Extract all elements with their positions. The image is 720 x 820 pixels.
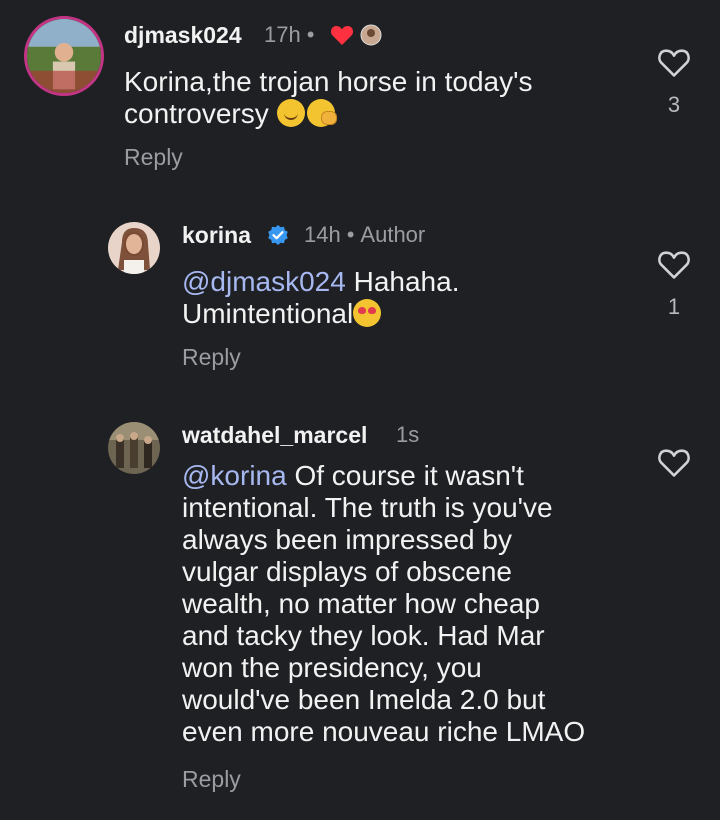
reply-button[interactable]: Reply bbox=[124, 144, 183, 171]
red-heart-icon bbox=[331, 26, 354, 45]
like-button[interactable]: 1 bbox=[654, 248, 694, 320]
verified-badge-icon bbox=[268, 225, 288, 245]
separator-dot: • bbox=[346, 222, 355, 247]
username[interactable]: djmask024 bbox=[124, 22, 242, 49]
comment-meta: 17h • bbox=[264, 22, 382, 48]
reply-button[interactable]: Reply bbox=[182, 344, 241, 371]
comment-djmask024: djmask024 17h • Korina,the trojan horse … bbox=[0, 0, 720, 190]
avatar-image bbox=[108, 422, 160, 474]
timestamp: 14h bbox=[304, 222, 341, 247]
timestamp: 1s bbox=[396, 422, 420, 447]
heart-outline-icon bbox=[658, 251, 690, 279]
smiling-emoji-icon bbox=[276, 99, 305, 127]
like-button[interactable]: 3 bbox=[654, 46, 694, 118]
comment-korina: korina 14h • Author @djmask024 Hahaha. U… bbox=[0, 200, 720, 390]
like-count: 3 bbox=[667, 92, 681, 117]
username[interactable]: korina bbox=[182, 222, 251, 249]
hand-over-mouth-emoji-icon bbox=[306, 99, 337, 127]
avatar-image bbox=[27, 19, 101, 93]
avatar[interactable] bbox=[108, 422, 160, 474]
comment-text: Korina,the trojan horse in today's contr… bbox=[124, 66, 533, 129]
avatar-image bbox=[108, 222, 160, 274]
heart-outline-icon bbox=[658, 449, 690, 477]
author-tag: Author bbox=[360, 222, 426, 247]
avatar[interactable] bbox=[24, 16, 104, 96]
comment-text: @djmask024 Hahaha. Umintentional bbox=[182, 266, 460, 329]
heart-eyes-emoji-icon bbox=[353, 299, 382, 327]
username[interactable]: watdahel_marcel bbox=[182, 422, 367, 449]
comment-meta: 14h • Author bbox=[304, 222, 425, 248]
author-avatar-mini-icon bbox=[360, 24, 382, 46]
timestamp: 17h bbox=[264, 22, 301, 47]
mention-link[interactable]: @korina bbox=[182, 460, 287, 491]
comment-watdahel-marcel: watdahel_marcel 1s @korina Of course it … bbox=[0, 400, 720, 820]
heart-outline-icon bbox=[658, 49, 690, 77]
reply-button[interactable]: Reply bbox=[182, 766, 241, 793]
avatar[interactable] bbox=[108, 222, 160, 274]
comment-text: @korina Of course it wasn't intentional.… bbox=[182, 460, 586, 747]
like-button[interactable] bbox=[654, 446, 694, 478]
like-count: 1 bbox=[667, 294, 681, 319]
comment-meta: 1s bbox=[396, 422, 419, 448]
mention-link[interactable]: @djmask024 bbox=[182, 266, 346, 297]
separator-dot: • bbox=[306, 22, 315, 47]
